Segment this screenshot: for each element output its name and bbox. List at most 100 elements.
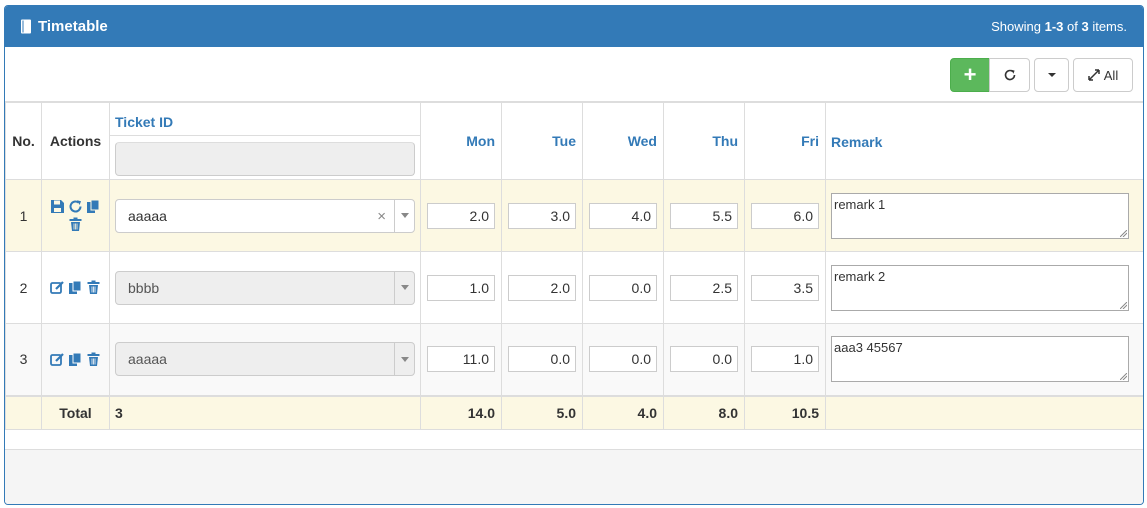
copy-icon[interactable] [68, 352, 83, 367]
add-row-button[interactable]: + [950, 58, 990, 92]
table-row: 3 aaaaa 11.0 0.0 0.0 0.0 1.0 aaa3 45567 [5, 323, 1143, 396]
mon-input[interactable]: 1.0 [427, 274, 495, 301]
plus-icon: + [963, 62, 977, 87]
panel-title: Timetable [20, 18, 108, 35]
copy-icon[interactable] [86, 199, 101, 214]
book-icon [21, 19, 31, 34]
column-header-no: No. [5, 102, 42, 180]
ticket-select-value: aaaaa [128, 351, 167, 368]
tue-input[interactable]: 0.0 [508, 346, 576, 373]
export-dropdown-button[interactable] [1034, 58, 1069, 92]
total-mon: 14.0 [420, 394, 502, 430]
table-row: 2 bbbb 1.0 2.0 0.0 2.5 3.5 remark 2 [5, 251, 1143, 324]
column-header-fri[interactable]: Fri [744, 102, 826, 180]
column-header-wed[interactable]: Wed [582, 102, 664, 180]
thu-input[interactable]: 2.5 [670, 274, 738, 301]
ticket-sort-link[interactable]: Ticket ID [110, 107, 420, 136]
delete-icon[interactable] [86, 280, 101, 295]
panel-title-text: Timetable [38, 18, 108, 35]
panel-footer [5, 449, 1143, 504]
save-icon[interactable] [50, 199, 65, 214]
edit-icon[interactable] [50, 280, 65, 295]
reset-icon[interactable] [68, 199, 83, 214]
total-thu: 8.0 [663, 394, 745, 430]
row-actions [41, 179, 110, 252]
select-arrow-icon [394, 271, 414, 304]
row-number: 3 [5, 323, 42, 396]
remark-textarea[interactable]: remark 2 [831, 264, 1129, 311]
row-actions [41, 323, 110, 396]
total-fri: 10.5 [744, 394, 826, 430]
total-count: 3 [109, 394, 421, 430]
total-label: Total [41, 394, 110, 430]
fri-input[interactable]: 6.0 [751, 202, 819, 229]
remark-text: remark 1 [834, 196, 886, 212]
ticket-cell: aaaaa × [109, 179, 421, 252]
column-header-mon[interactable]: Mon [420, 102, 502, 180]
total-remark-cell [825, 394, 1143, 430]
ticket-filter-input[interactable] [115, 141, 415, 176]
row-number: 2 [5, 251, 42, 324]
timetable-grid: No. Actions Ticket ID Mon Tue Wed Thu Fr… [5, 102, 1143, 430]
copy-icon[interactable] [68, 280, 83, 295]
tue-input[interactable]: 3.0 [508, 202, 576, 229]
select-arrow-icon [394, 343, 414, 376]
remark-text: remark 2 [834, 268, 886, 284]
row-number: 1 [5, 179, 42, 252]
wed-input[interactable]: 0.0 [589, 274, 657, 301]
delete-icon[interactable] [86, 352, 101, 367]
thu-input[interactable]: 5.5 [670, 202, 738, 229]
remark-textarea[interactable]: remark 1 [831, 192, 1129, 239]
expand-icon [1088, 69, 1100, 81]
fri-input[interactable]: 1.0 [751, 346, 819, 373]
summary-total: 3 [1081, 19, 1089, 34]
total-wed: 4.0 [582, 394, 664, 430]
timetable-panel: Timetable Showing 1-3 of 3 items. + All [4, 5, 1144, 505]
mon-input[interactable]: 2.0 [427, 202, 495, 229]
toolbar: + All [5, 47, 1143, 102]
column-header-tue[interactable]: Tue [501, 102, 583, 180]
summary-text: Showing 1-3 of 3 items. [991, 19, 1127, 34]
select-arrow-icon[interactable] [394, 199, 414, 232]
thu-input[interactable]: 0.0 [670, 346, 738, 373]
total-row: Total 3 14.0 5.0 4.0 8.0 10.5 [5, 394, 1143, 430]
refresh-button[interactable] [989, 58, 1030, 92]
mon-input[interactable]: 11.0 [427, 346, 495, 373]
delete-icon[interactable] [68, 217, 83, 232]
ticket-select-value: aaaaa [128, 207, 167, 224]
ticket-cell: bbbb [109, 251, 421, 324]
total-tue: 5.0 [501, 394, 583, 430]
panel-heading: Timetable Showing 1-3 of 3 items. [5, 6, 1143, 47]
wed-input[interactable]: 0.0 [589, 346, 657, 373]
clear-icon[interactable]: × [377, 208, 386, 225]
column-header-thu[interactable]: Thu [663, 102, 745, 180]
column-header-ticket: Ticket ID [109, 102, 421, 180]
ticket-cell: aaaaa [109, 323, 421, 396]
resize-handle-icon[interactable] [1120, 301, 1127, 309]
fri-input[interactable]: 3.5 [751, 274, 819, 301]
table-row: 1 aaaaa × 2.0 3.0 4.0 5.5 6.0 remark 1 [5, 179, 1143, 252]
remark-sort-link[interactable]: Remark [826, 127, 1143, 156]
resize-handle-icon[interactable] [1120, 373, 1127, 381]
summary-range: 1-3 [1044, 19, 1064, 34]
row-actions [41, 251, 110, 324]
caret-down-icon [1047, 73, 1056, 77]
table-bottom-spacer [5, 430, 1143, 450]
column-header-remark: Remark [825, 102, 1143, 180]
show-all-label: All [1103, 67, 1119, 83]
remark-textarea[interactable]: aaa3 45567 [831, 336, 1129, 383]
ticket-select: aaaaa [115, 342, 415, 377]
total-blank-cell [5, 394, 42, 430]
ticket-select-value: bbbb [128, 279, 160, 296]
resize-handle-icon[interactable] [1120, 229, 1127, 237]
edit-icon[interactable] [50, 352, 65, 367]
wed-input[interactable]: 4.0 [589, 202, 657, 229]
tue-input[interactable]: 2.0 [508, 274, 576, 301]
ticket-select[interactable]: aaaaa × [115, 198, 415, 233]
ticket-select: bbbb [115, 270, 415, 305]
refresh-icon [1004, 69, 1015, 81]
show-all-button[interactable]: All [1073, 58, 1133, 92]
header-row: No. Actions Ticket ID Mon Tue Wed Thu Fr… [5, 102, 1143, 180]
remark-text: aaa3 45567 [834, 340, 903, 356]
column-header-actions: Actions [41, 102, 110, 180]
